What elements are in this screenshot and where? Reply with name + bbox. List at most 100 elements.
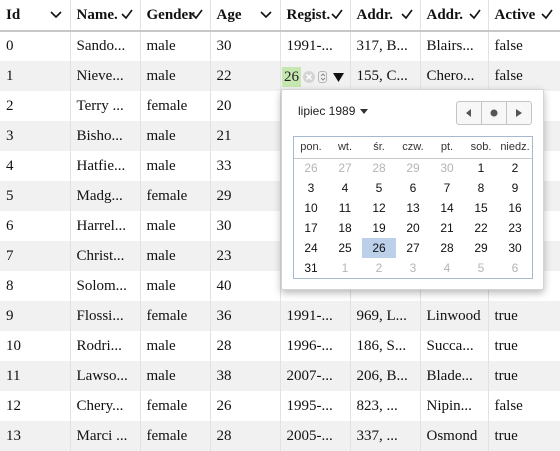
table-cell[interactable]: 1991-... xyxy=(280,301,351,331)
table-cell[interactable]: female xyxy=(140,91,211,121)
table-cell[interactable]: 28 xyxy=(210,331,281,361)
calendar-day[interactable]: 29 xyxy=(464,238,498,258)
table-cell[interactable]: 0 xyxy=(0,31,71,61)
table-cell[interactable]: Chero... xyxy=(420,61,489,91)
table-cell[interactable]: Madg... xyxy=(70,181,141,211)
table-cell[interactable]: Nieve... xyxy=(70,61,141,91)
calendar-day[interactable]: 4 xyxy=(430,258,464,278)
table-row[interactable]: 13 Marci ... female 28 2005-... 337, ... Osmon… xyxy=(0,421,560,451)
calendar-day[interactable]: 21 xyxy=(430,218,464,238)
table-cell[interactable]: male xyxy=(140,61,211,91)
table-cell[interactable]: Lawso... xyxy=(70,361,141,391)
table-cell[interactable]: 155, C... xyxy=(350,61,421,91)
table-cell[interactable]: 317, B... xyxy=(350,31,421,61)
calendar-day[interactable]: 6 xyxy=(396,178,430,198)
table-cell[interactable]: Harrel... xyxy=(70,211,141,241)
dropdown-arrow-icon[interactable] xyxy=(333,69,344,86)
calendar-day[interactable]: 19 xyxy=(362,218,396,238)
table-cell[interactable]: male xyxy=(140,121,211,151)
calendar-day[interactable]: 5 xyxy=(362,178,396,198)
calendar-day[interactable]: 1 xyxy=(464,158,498,178)
column-header[interactable]: Active xyxy=(488,0,560,32)
table-cell[interactable]: 30 xyxy=(210,31,281,61)
table-cell[interactable]: 13 xyxy=(0,421,71,451)
calendar-day[interactable]: 17 xyxy=(294,218,328,238)
table-cell[interactable]: 40 xyxy=(210,271,281,301)
calendar-day[interactable]: 8 xyxy=(464,178,498,198)
table-cell[interactable]: Succa... xyxy=(420,331,489,361)
calendar-day[interactable]: 15 xyxy=(464,198,498,218)
table-cell[interactable]: female xyxy=(140,391,211,421)
table-cell[interactable]: 823, ... xyxy=(350,391,421,421)
table-row[interactable]: 11 Lawso... male 38 2007-... 206, B... Blade..… xyxy=(0,361,560,391)
calendar-day[interactable]: 1 xyxy=(328,258,362,278)
table-cell[interactable]: 38 xyxy=(210,361,281,391)
calendar-day[interactable]: 9 xyxy=(498,178,532,198)
calendar-day[interactable]: 2 xyxy=(362,258,396,278)
table-cell[interactable]: 11 xyxy=(0,361,71,391)
day-segment[interactable]: 26 xyxy=(282,67,301,87)
table-cell[interactable]: 26 xyxy=(210,391,281,421)
table-cell[interactable]: Blairs... xyxy=(420,31,489,61)
calendar-day[interactable]: 26 xyxy=(294,158,328,178)
column-header[interactable]: Regist. xyxy=(280,0,351,32)
table-cell[interactable]: 1 xyxy=(0,61,71,91)
table-cell[interactable]: 1991-... xyxy=(280,31,351,61)
chevron-down-icon[interactable] xyxy=(259,9,272,21)
table-cell[interactable]: Chery... xyxy=(70,391,141,421)
table-cell[interactable]: Linwood xyxy=(420,301,489,331)
filter-icon[interactable] xyxy=(468,7,482,21)
table-cell[interactable]: Rodri... xyxy=(70,331,141,361)
table-row[interactable]: 1 Nieve... male 22 155, C... Chero... false xyxy=(0,61,560,91)
table-row[interactable]: 10 Rodri... male 28 1996-... 186, S... Succa..… xyxy=(0,331,560,361)
table-cell[interactable]: Solom... xyxy=(70,271,141,301)
table-cell[interactable]: male xyxy=(140,211,211,241)
table-cell[interactable]: false xyxy=(488,391,560,421)
table-cell[interactable]: 33 xyxy=(210,151,281,181)
table-cell[interactable]: Hatfie... xyxy=(70,151,141,181)
column-header[interactable]: Age xyxy=(210,0,281,32)
table-cell[interactable]: true xyxy=(488,331,560,361)
table-row[interactable]: 12 Chery... female 26 1995-... 823, ... Nipin.… xyxy=(0,391,560,421)
calendar-day[interactable]: 11 xyxy=(328,198,362,218)
filter-icon[interactable] xyxy=(330,7,344,21)
table-cell[interactable]: female xyxy=(140,181,211,211)
table-cell[interactable]: female xyxy=(140,421,211,451)
table-cell[interactable]: 969, L... xyxy=(350,301,421,331)
table-cell[interactable]: 4 xyxy=(0,151,71,181)
calendar-day[interactable]: 30 xyxy=(498,238,532,258)
table-cell[interactable]: 3 xyxy=(0,121,71,151)
column-header[interactable]: Addr. xyxy=(420,0,489,32)
calendar-day[interactable]: 20 xyxy=(396,218,430,238)
table-cell[interactable]: false xyxy=(488,61,560,91)
table-cell[interactable]: 1996-... xyxy=(280,331,351,361)
table-cell[interactable]: 21 xyxy=(210,121,281,151)
table-cell[interactable]: Christ... xyxy=(70,241,141,271)
chevron-right-icon[interactable] xyxy=(507,102,531,124)
table-cell[interactable]: 10 xyxy=(0,331,71,361)
table-cell[interactable]: true xyxy=(488,361,560,391)
column-header[interactable]: Name. xyxy=(70,0,141,32)
calendar-day[interactable]: 24 xyxy=(294,238,328,258)
table-cell[interactable]: Osmond xyxy=(420,421,489,451)
calendar-day[interactable]: 3 xyxy=(396,258,430,278)
calendar-day[interactable]: 23 xyxy=(498,218,532,238)
calendar-day[interactable]: 13 xyxy=(396,198,430,218)
table-cell[interactable]: 7 xyxy=(0,241,71,271)
table-row[interactable]: 9 Flossi... female 36 1991-... 969, L... Linwo… xyxy=(0,301,560,331)
month-year-select[interactable]: lipiec 1989 xyxy=(298,104,369,118)
table-cell[interactable]: Nipin... xyxy=(420,391,489,421)
calendar-day[interactable]: 28 xyxy=(430,238,464,258)
calendar-day[interactable]: 10 xyxy=(294,198,328,218)
table-cell[interactable]: 2 xyxy=(0,91,71,121)
table-cell[interactable]: male xyxy=(140,151,211,181)
calendar-day[interactable]: 2 xyxy=(498,158,532,178)
calendar-day[interactable]: 30 xyxy=(430,158,464,178)
column-header[interactable]: Id xyxy=(0,0,71,32)
table-cell[interactable]: 1995-... xyxy=(280,391,351,421)
calendar-day[interactable]: 25 xyxy=(328,238,362,258)
chevron-down-icon[interactable] xyxy=(49,9,62,21)
clear-icon[interactable] xyxy=(303,71,315,83)
column-header[interactable]: Gender xyxy=(140,0,211,32)
table-cell[interactable]: true xyxy=(488,421,560,451)
